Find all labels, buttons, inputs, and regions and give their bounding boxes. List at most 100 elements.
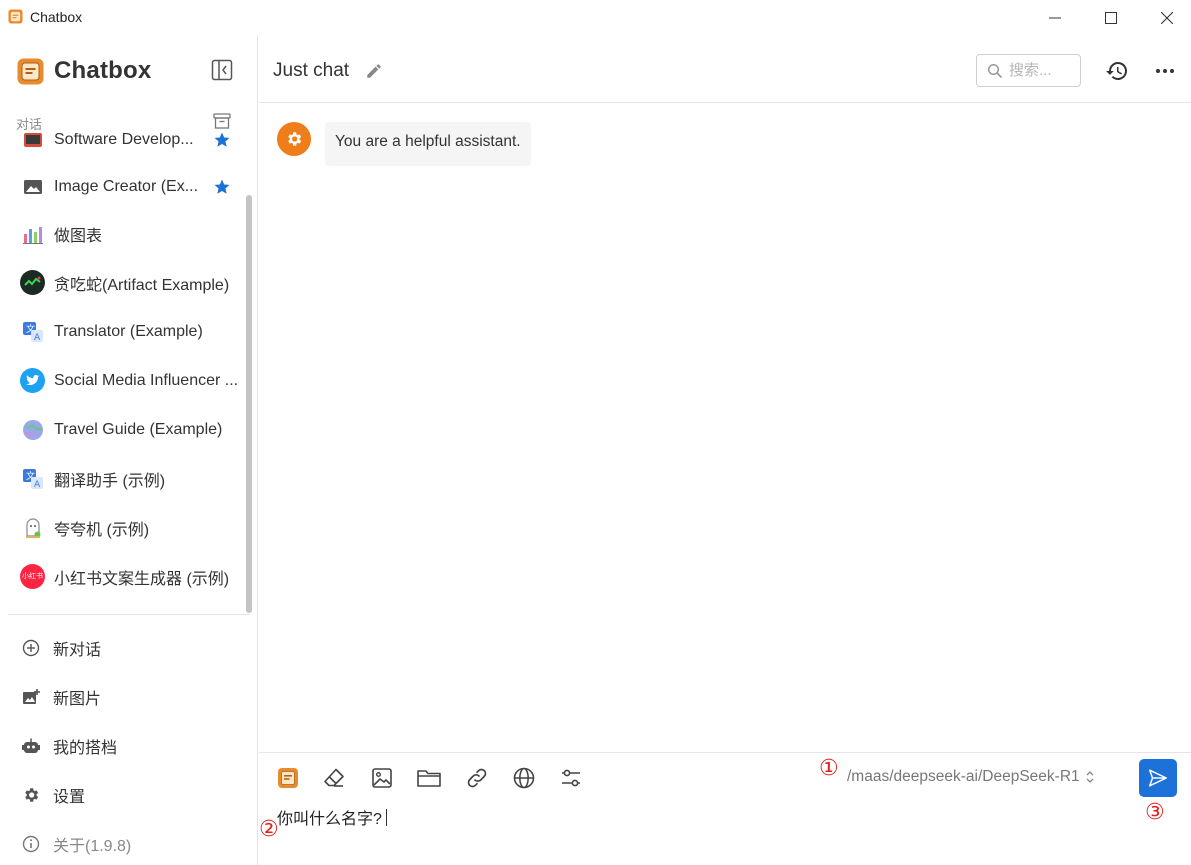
sidebar-divider bbox=[8, 614, 250, 615]
close-window-button[interactable] bbox=[1139, 0, 1191, 35]
search-box[interactable] bbox=[976, 54, 1081, 87]
chat-main: Just chat You are a helpful assistant. bbox=[259, 35, 1191, 865]
image-creator-avatar-icon bbox=[20, 174, 45, 199]
settings-button[interactable]: 设置 bbox=[0, 774, 250, 816]
more-options-icon[interactable] bbox=[1153, 59, 1177, 83]
star-icon[interactable] bbox=[213, 133, 231, 149]
brand-name: Chatbox bbox=[54, 57, 152, 84]
twitter-avatar-icon bbox=[20, 368, 45, 393]
chatbox-copilot-icon bbox=[278, 768, 298, 788]
edit-pencil-icon[interactable] bbox=[365, 62, 383, 80]
xiaohongshu-avatar-icon: 小红书 bbox=[20, 564, 45, 589]
info-icon bbox=[21, 834, 41, 854]
history-icon[interactable] bbox=[1105, 59, 1129, 83]
add-photo-icon bbox=[21, 687, 41, 707]
search-input[interactable] bbox=[1009, 62, 1077, 79]
about-label: 关于(1.9.8) bbox=[53, 838, 132, 855]
send-icon bbox=[1149, 769, 1167, 787]
window-titlebar: Chatbox bbox=[0, 0, 1191, 35]
search-icon bbox=[987, 63, 1003, 78]
praise-bot-avatar-icon bbox=[20, 515, 45, 540]
message-bubble: You are a helpful assistant. bbox=[325, 122, 531, 166]
chat-settings-button[interactable] bbox=[558, 765, 584, 791]
system-avatar bbox=[277, 122, 311, 156]
conversation-label: 做图表 bbox=[54, 227, 103, 245]
attach-link-button[interactable] bbox=[464, 765, 490, 791]
conversation-label: Social Media Influencer ... bbox=[54, 371, 239, 389]
conversation-item[interactable]: 小红书 小红书文案生成器 (示例) bbox=[0, 552, 250, 601]
system-gear-icon bbox=[288, 132, 302, 146]
conversation-list: Software Develop... Image Creator (Ex...… bbox=[0, 133, 250, 613]
message-list: You are a helpful assistant. bbox=[259, 104, 1191, 752]
brand: Chatbox bbox=[17, 57, 151, 85]
new-image-label: 新图片 bbox=[53, 691, 102, 708]
annotation-1: ① bbox=[819, 756, 839, 781]
minimize-button[interactable] bbox=[1027, 0, 1083, 35]
window-title: Chatbox bbox=[30, 9, 83, 25]
conversation-label: Translator (Example) bbox=[54, 322, 203, 340]
sliders-icon bbox=[562, 769, 580, 787]
conversation-item[interactable]: 文A Translator (Example) bbox=[0, 307, 250, 356]
maximize-button[interactable] bbox=[1083, 0, 1139, 35]
attach-file-button[interactable] bbox=[416, 765, 442, 791]
model-name: /maas/deepseek-ai/DeepSeek-R1 bbox=[847, 768, 1080, 785]
image-icon bbox=[372, 768, 392, 788]
globe-icon bbox=[513, 767, 535, 789]
new-image-button[interactable]: 新图片 bbox=[0, 676, 250, 718]
minimize-icon bbox=[1049, 17, 1061, 18]
new-chat-label: 新对话 bbox=[53, 642, 102, 659]
conversation-label: 小红书文案生成器 (示例) bbox=[54, 570, 230, 588]
conversation-item[interactable]: Social Media Influencer ... bbox=[0, 356, 250, 405]
xiaohongshu-avatar-text: 小红书 bbox=[22, 572, 43, 580]
chat-title: Just chat bbox=[273, 60, 350, 81]
settings-label: 设置 bbox=[53, 789, 86, 806]
svg-text:A: A bbox=[34, 480, 41, 490]
eraser-icon bbox=[324, 768, 344, 787]
conversation-item[interactable]: 做图表 bbox=[0, 209, 250, 258]
software-developer-avatar-icon bbox=[20, 133, 45, 152]
web-search-button[interactable] bbox=[511, 765, 537, 791]
svg-text:A: A bbox=[34, 333, 41, 343]
maximize-icon bbox=[1105, 11, 1117, 24]
conversation-item[interactable]: Software Develop... bbox=[0, 133, 250, 164]
system-message: You are a helpful assistant. bbox=[277, 122, 531, 166]
my-copilots-button[interactable]: 我的搭档 bbox=[0, 725, 250, 767]
chevron-up-down-icon bbox=[1086, 771, 1094, 783]
annotation-2: ② bbox=[259, 817, 279, 842]
chatbox-app-icon bbox=[8, 9, 23, 24]
about-button[interactable]: 关于(1.9.8) bbox=[0, 823, 250, 865]
conversation-label: Travel Guide (Example) bbox=[54, 420, 223, 438]
translation-assistant-avatar-icon: 文A bbox=[20, 466, 45, 491]
chart-avatar-icon bbox=[20, 221, 45, 246]
conversation-item[interactable]: 贪吃蛇(Artifact Example) bbox=[0, 258, 250, 307]
conversation-item[interactable]: 夸夸机 (示例) bbox=[0, 503, 250, 552]
new-chat-button[interactable]: 新对话 bbox=[0, 627, 250, 669]
chat-header: Just chat bbox=[259, 35, 1191, 103]
message-input[interactable]: 你叫什么名字? bbox=[277, 805, 1117, 829]
conversation-label: 贪吃蛇(Artifact Example) bbox=[54, 276, 230, 294]
star-icon[interactable] bbox=[213, 178, 231, 196]
add-circle-icon bbox=[21, 638, 41, 658]
archive-icon[interactable] bbox=[213, 113, 231, 129]
copilot-button[interactable] bbox=[275, 765, 301, 791]
message-input-value: 你叫什么名字? bbox=[277, 811, 382, 828]
folder-icon bbox=[417, 770, 441, 787]
close-icon bbox=[1161, 11, 1173, 24]
clear-context-button[interactable] bbox=[321, 765, 347, 791]
annotation-3: ③ bbox=[1145, 800, 1165, 825]
link-icon bbox=[467, 768, 487, 788]
robot-icon bbox=[21, 736, 41, 756]
conversation-item[interactable]: 文A 翻译助手 (示例) bbox=[0, 454, 250, 503]
gear-icon bbox=[21, 785, 41, 805]
conversations-section-label: 对话 bbox=[16, 117, 43, 132]
model-selector[interactable]: /maas/deepseek-ai/DeepSeek-R1 bbox=[847, 768, 1096, 786]
text-caret bbox=[385, 808, 387, 826]
send-button[interactable] bbox=[1139, 759, 1177, 797]
translator-avatar-icon: 文A bbox=[20, 319, 45, 344]
travel-guide-avatar-icon bbox=[20, 417, 45, 442]
conversation-list-scrollbar[interactable] bbox=[246, 195, 252, 613]
attach-image-button[interactable] bbox=[369, 765, 395, 791]
conversation-item[interactable]: Image Creator (Ex... bbox=[0, 162, 250, 211]
collapse-sidebar-icon[interactable] bbox=[211, 59, 233, 81]
conversation-item[interactable]: Travel Guide (Example) bbox=[0, 405, 250, 454]
